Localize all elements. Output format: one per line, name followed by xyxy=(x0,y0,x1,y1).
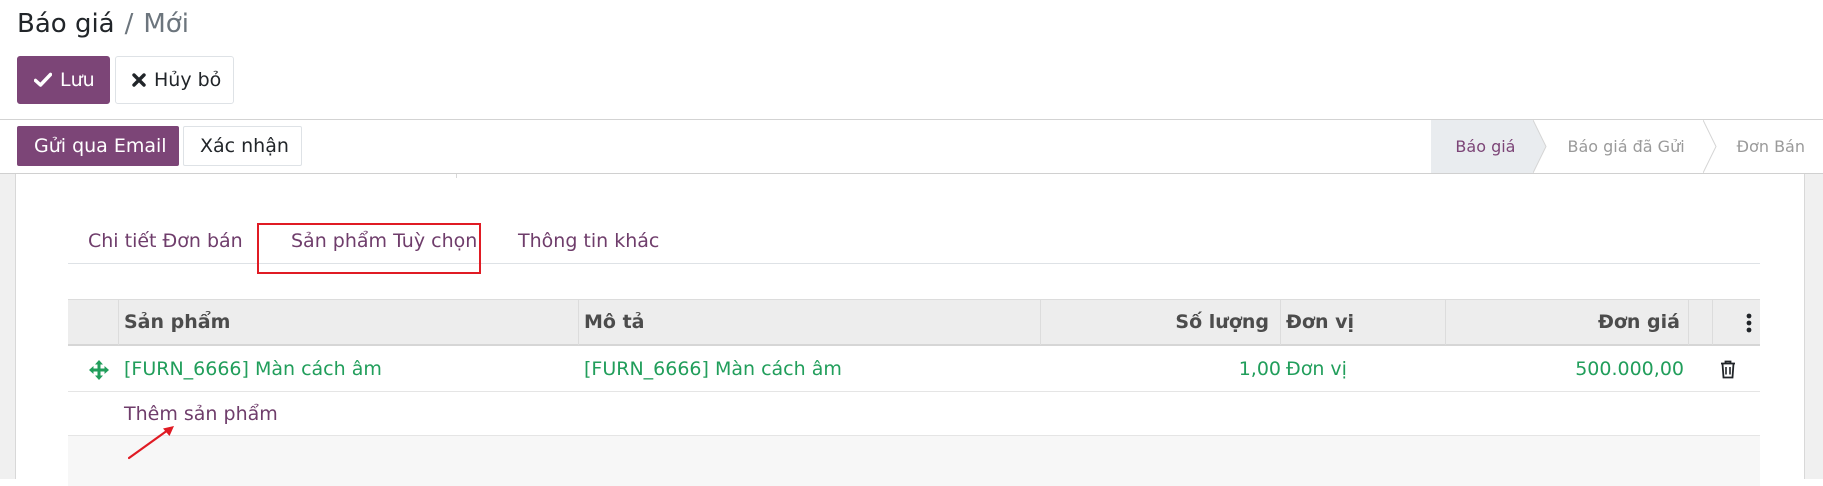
discard-label: Hủy bỏ xyxy=(154,69,222,91)
row-handle[interactable] xyxy=(88,346,112,392)
form-sheet: Chi tiết Đơn bán Sản phẩm Tuỳ chọn Thông… xyxy=(15,174,1805,486)
stage-quotation[interactable]: Báo giá xyxy=(1431,120,1548,173)
control-panel: Báo giá / Mới Lưu Hủy bỏ xyxy=(0,0,1823,120)
vertical-dots-icon xyxy=(1746,311,1752,333)
stage-quotation-sent[interactable]: Báo giá đã Gửi xyxy=(1533,120,1717,173)
stage-label: Báo giá xyxy=(1455,137,1516,156)
highlight-box xyxy=(257,223,481,274)
column-separator xyxy=(118,300,119,345)
breadcrumb: Báo giá / Mới xyxy=(17,7,189,41)
save-button[interactable]: Lưu xyxy=(17,56,110,104)
breadcrumb-current: Mới xyxy=(143,9,189,39)
column-separator xyxy=(1445,300,1446,345)
optional-products-table: Sản phẩm Mô tả Số lượng Đơn vị Đơn giá [… xyxy=(68,299,1760,486)
stage-label: Báo giá đã Gửi xyxy=(1567,137,1685,156)
column-header-quantity[interactable]: Số lượng xyxy=(1175,300,1269,345)
x-icon xyxy=(132,73,146,87)
check-icon xyxy=(34,72,52,88)
trash-icon xyxy=(1720,358,1736,380)
cell-product[interactable]: [FURN_6666] Màn cách âm xyxy=(124,346,382,392)
column-header-description[interactable]: Mô tả xyxy=(584,300,644,345)
divider xyxy=(456,174,457,178)
column-separator xyxy=(1280,300,1281,345)
column-separator xyxy=(1040,300,1041,345)
column-header-unit-price[interactable]: Đơn giá xyxy=(1598,300,1680,345)
optional-columns-toggle[interactable] xyxy=(1742,300,1756,345)
cell-uom[interactable]: Đơn vị xyxy=(1286,346,1347,392)
breadcrumb-separator: / xyxy=(124,9,134,39)
save-label: Lưu xyxy=(60,69,95,91)
column-header-product[interactable]: Sản phẩm xyxy=(124,300,230,345)
status-bar: Gửi qua Email Xác nhận Báo giá Báo giá đ… xyxy=(0,120,1823,174)
cell-unit-price[interactable]: 500.000,00 xyxy=(1575,346,1684,392)
stage-sales-order[interactable]: Đơn Bán xyxy=(1703,120,1823,173)
cell-description[interactable]: [FURN_6666] Màn cách âm xyxy=(584,346,842,392)
discard-button[interactable]: Hủy bỏ xyxy=(115,56,234,104)
tab-other-info[interactable]: Thông tin khác xyxy=(518,218,659,264)
stage-label: Đơn Bán xyxy=(1736,137,1805,156)
tab-order-lines[interactable]: Chi tiết Đơn bán xyxy=(88,218,243,264)
table-row[interactable]: [FURN_6666] Màn cách âm [FURN_6666] Màn … xyxy=(68,346,1760,392)
column-separator xyxy=(1712,300,1713,345)
arrow-icon xyxy=(127,424,176,464)
table-header: Sản phẩm Mô tả Số lượng Đơn vị Đơn giá xyxy=(68,299,1760,346)
cell-quantity[interactable]: 1,00 xyxy=(1239,346,1281,392)
status-stages: Báo giá Báo giá đã Gửi Đơn Bán xyxy=(1431,120,1823,173)
send-by-email-button[interactable]: Gửi qua Email xyxy=(17,126,179,166)
move-icon xyxy=(88,358,110,380)
column-separator xyxy=(1688,300,1689,345)
confirm-button[interactable]: Xác nhận xyxy=(183,126,302,166)
add-line-row: Thêm sản phẩm xyxy=(68,392,1760,436)
delete-row-button[interactable] xyxy=(1720,346,1740,392)
breadcrumb-root[interactable]: Báo giá xyxy=(17,9,115,39)
column-separator xyxy=(578,300,579,345)
column-header-uom[interactable]: Đơn vị xyxy=(1286,300,1354,345)
